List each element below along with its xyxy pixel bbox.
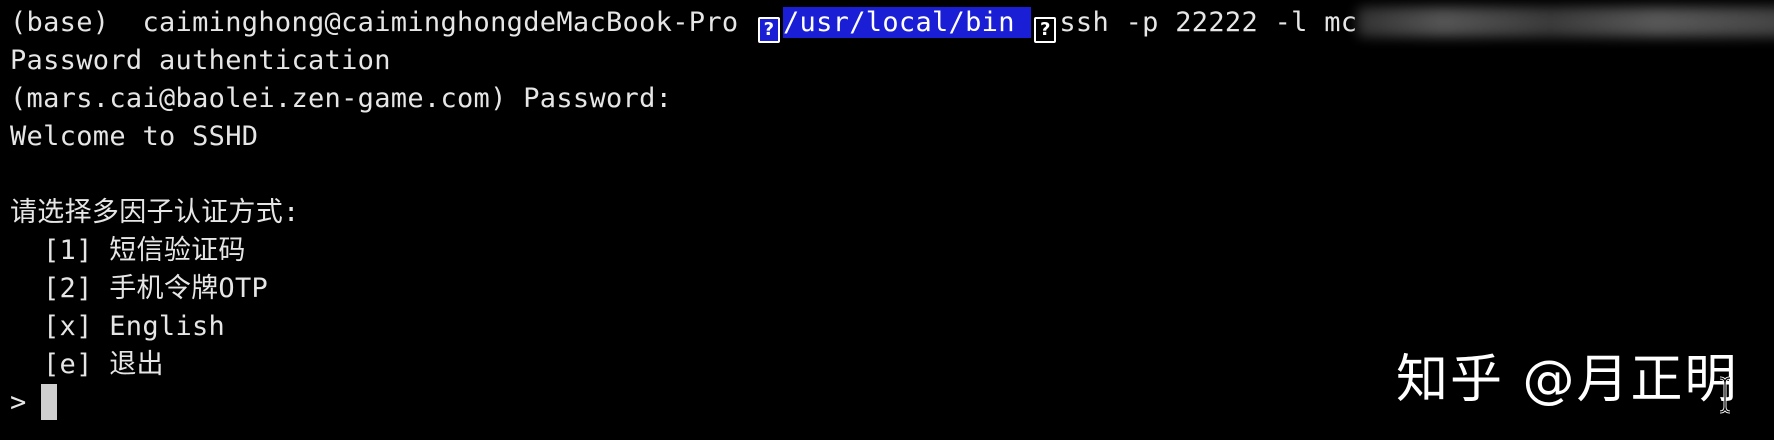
prompt-prefix: (base) caiminghong@caiminghongdeMacBook-… bbox=[10, 7, 755, 38]
question-box-icon: ? bbox=[1034, 17, 1057, 43]
input-prompt: > bbox=[10, 387, 27, 418]
watermark: 知乎 @月正明 bbox=[1396, 350, 1739, 410]
output-password-auth: Password authentication bbox=[10, 45, 391, 76]
mfa-option-sms: [1] 短信验证码 bbox=[43, 235, 246, 266]
output-blank-line bbox=[10, 156, 1774, 194]
text-cursor bbox=[40, 384, 57, 420]
mfa-option-otp: [2] 手机令牌OTP bbox=[43, 273, 269, 304]
mfa-prompt: 请选择多因子认证方式: bbox=[10, 197, 300, 228]
redacted-blur bbox=[1357, 7, 1774, 37]
output-welcome: Welcome to SSHD bbox=[10, 121, 259, 152]
question-box-icon: ? bbox=[758, 17, 780, 43]
prompt-path: /usr/local/bin bbox=[783, 7, 1032, 38]
output-password-prompt: (mars.cai@baolei.zen-game.com) Password: bbox=[10, 83, 673, 114]
ssh-command: ssh -p 22222 -l mc bbox=[1059, 7, 1358, 38]
ibeam-cursor-icon bbox=[1719, 376, 1731, 414]
prompt-line: (base) caiminghong@caiminghongdeMacBook-… bbox=[10, 4, 1774, 43]
